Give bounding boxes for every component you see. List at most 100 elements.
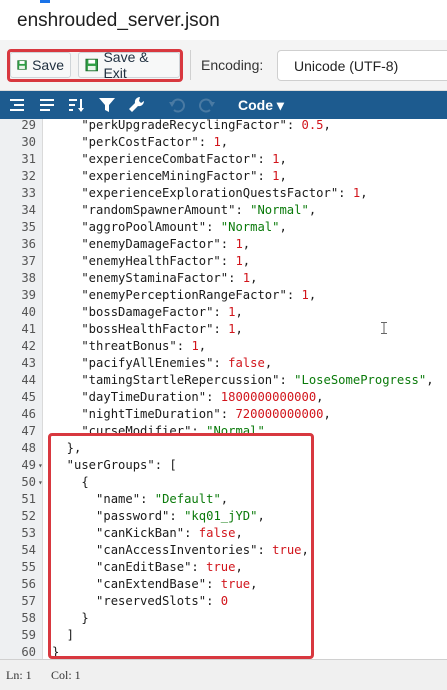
code-token: : xyxy=(228,271,243,285)
code-token: : xyxy=(279,373,295,387)
code-token: : xyxy=(220,237,236,251)
code-token: , xyxy=(220,135,229,149)
code-text: "enemyPerceptionRangeFactor": 1, xyxy=(52,287,316,304)
code-line[interactable]: 34 "randomSpawnerAmount": "Normal", xyxy=(0,202,447,219)
window-title: enshrouded_server.json xyxy=(17,10,220,31)
code-token: 1 xyxy=(235,237,243,251)
code-token: "threatBonus" xyxy=(52,339,177,353)
code-line[interactable]: 44 "tamingStartleRepercussion": "LoseSom… xyxy=(0,372,447,389)
code-line[interactable]: 31 "experienceCombatFactor": 1, xyxy=(0,151,447,168)
redo-icon[interactable] xyxy=(198,96,216,114)
code-token: , xyxy=(426,373,434,387)
code-token: : xyxy=(213,356,229,370)
code-token: "experienceMiningFactor" xyxy=(52,169,258,183)
code-token: "tamingStartleRepercussion" xyxy=(52,373,280,387)
code-token: , xyxy=(308,203,317,217)
code-text: "bossHealthFactor": 1, xyxy=(52,321,243,338)
code-token: 1 xyxy=(235,254,243,268)
undo-icon[interactable] xyxy=(168,96,186,114)
code-text: "dayTimeDuration": 1800000000000, xyxy=(52,389,323,406)
code-token: "experienceCombatFactor" xyxy=(52,152,258,166)
line-number: 48 xyxy=(21,441,36,455)
code-line[interactable]: 39 "enemyPerceptionRangeFactor": 1, xyxy=(0,287,447,304)
code-token: , xyxy=(264,356,273,370)
code-token: "nightTimeDuration" xyxy=(52,407,221,421)
code-mode-menu[interactable]: Code ▾ xyxy=(238,97,284,114)
code-text: "experienceCombatFactor": 1, xyxy=(52,151,287,168)
code-text: "aggroPoolAmount": "Normal", xyxy=(52,219,286,236)
line-number: 35 xyxy=(21,220,36,234)
line-number: 40 xyxy=(21,305,36,319)
code-token: , xyxy=(323,407,331,421)
status-bar: Ln: 1 Col: 1 xyxy=(0,659,447,690)
code-token: : xyxy=(257,169,273,183)
code-token: , xyxy=(235,305,243,319)
code-token: : xyxy=(213,322,229,336)
code-token: "experienceExplorationQuestsFactor" xyxy=(52,186,339,200)
line-number: 30 xyxy=(21,135,36,149)
code-token: : xyxy=(220,407,236,421)
code-token: : xyxy=(338,186,353,200)
code-token: 720000000000 xyxy=(235,407,324,421)
code-token: "aggroPoolAmount" xyxy=(52,220,207,234)
code-text: "threatBonus": 1, xyxy=(52,338,206,355)
code-line[interactable]: 38 "enemyStaminaFactor": 1, xyxy=(0,270,447,287)
code-token: "perkUpgradeRecyclingFactor" xyxy=(52,119,287,132)
code-token: 0.5 xyxy=(301,119,324,132)
code-line[interactable]: 41 "bossHealthFactor": 1, xyxy=(0,321,447,338)
highlight-box-save-buttons xyxy=(7,49,183,82)
code-text: "experienceExplorationQuestsFactor": 1, xyxy=(52,185,368,202)
code-token: "dayTimeDuration" xyxy=(52,390,207,404)
code-line[interactable]: 30 "perkCostFactor": 1, xyxy=(0,134,447,151)
text-cursor-icon xyxy=(381,322,387,334)
code-line[interactable]: 46 "nightTimeDuration": 720000000000, xyxy=(0,406,447,423)
code-line[interactable]: 36 "enemyDamageFactor": 1, xyxy=(0,236,447,253)
code-token: "perkCostFactor" xyxy=(52,135,199,149)
code-token: , xyxy=(279,152,287,166)
code-line[interactable]: 40 "bossDamageFactor": 1, xyxy=(0,304,447,321)
code-line[interactable]: 37 "enemyHealthFactor": 1, xyxy=(0,253,447,270)
code-token: "enemyDamageFactor" xyxy=(52,237,221,251)
line-number: 56 xyxy=(21,577,36,591)
code-text: "enemyDamageFactor": 1, xyxy=(52,236,250,253)
filter-icon[interactable] xyxy=(98,96,116,114)
line-number: 44 xyxy=(21,373,36,387)
code-token: , xyxy=(323,119,331,132)
code-line[interactable]: 42 "threatBonus": 1, xyxy=(0,338,447,355)
code-token: : xyxy=(286,288,302,302)
code-token: , xyxy=(279,169,287,183)
code-line[interactable]: 35 "aggroPoolAmount": "Normal", xyxy=(0,219,447,236)
toolbar-divider xyxy=(190,50,191,80)
code-token: : xyxy=(206,220,221,234)
wrench-icon[interactable] xyxy=(128,96,146,114)
line-number: 58 xyxy=(21,611,36,625)
code-line[interactable]: 33 "experienceExplorationQuestsFactor": … xyxy=(0,185,447,202)
line-number: 43 xyxy=(21,356,36,370)
code-token: , xyxy=(235,322,243,336)
code-token: : xyxy=(198,135,214,149)
code-line[interactable]: 43 "pacifyAllEnemies": false, xyxy=(0,355,447,372)
encoding-select[interactable]: Unicode (UTF-8) xyxy=(277,50,447,81)
window-titlebar: enshrouded_server.json xyxy=(0,0,447,41)
compact-icon[interactable] xyxy=(38,96,56,114)
code-line[interactable]: 29 "perkUpgradeRecyclingFactor": 0.5, xyxy=(0,119,447,134)
format-icon[interactable] xyxy=(8,96,26,114)
line-number: 34 xyxy=(21,203,36,217)
code-token: 1 xyxy=(191,339,199,353)
fold-toggle-icon[interactable]: ▾ xyxy=(38,457,43,474)
code-line[interactable]: 32 "experienceMiningFactor": 1, xyxy=(0,168,447,185)
line-number: 36 xyxy=(21,237,36,251)
code-token: , xyxy=(360,186,368,200)
sort-icon[interactable] xyxy=(67,96,85,114)
code-line[interactable]: 45 "dayTimeDuration": 1800000000000, xyxy=(0,389,447,406)
code-token: , xyxy=(242,237,251,251)
line-number: 29 xyxy=(21,119,36,132)
code-token: "bossDamageFactor" xyxy=(52,305,214,319)
status-line: Ln: 1 xyxy=(6,668,32,682)
fold-toggle-icon[interactable]: ▾ xyxy=(38,474,43,491)
code-text: "enemyHealthFactor": 1, xyxy=(52,253,250,270)
code-text: "pacifyAllEnemies": false, xyxy=(52,355,272,372)
line-number: 47 xyxy=(21,424,36,438)
line-number: 38 xyxy=(21,271,36,285)
line-number: 37 xyxy=(21,254,36,268)
